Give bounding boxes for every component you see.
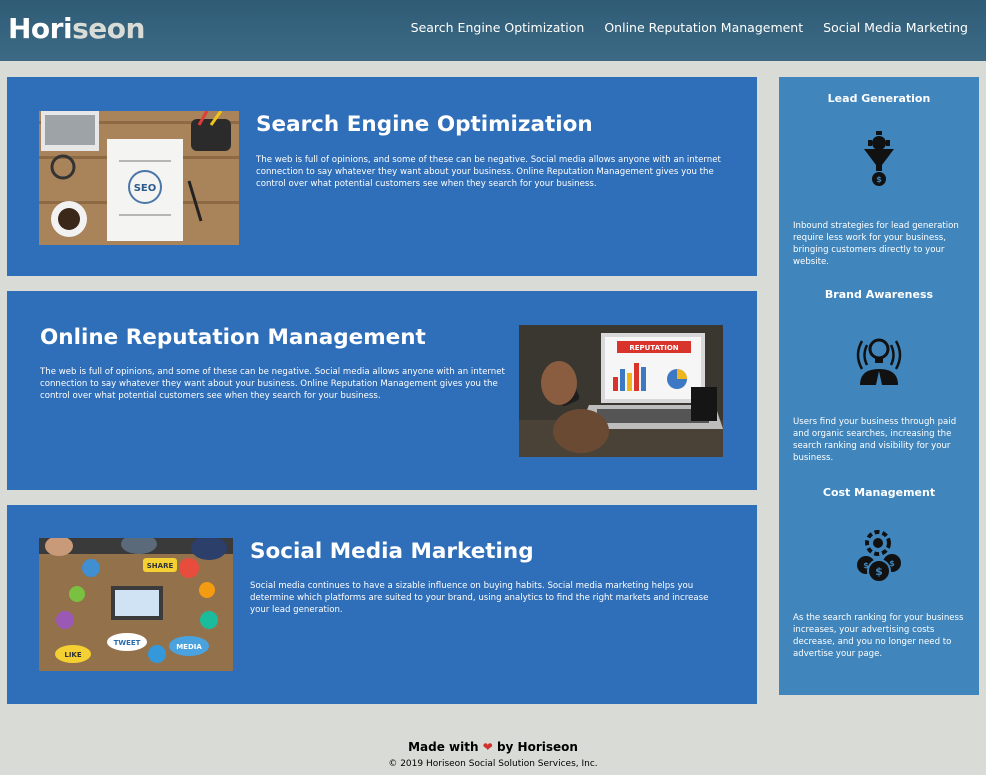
site-header: Horiseon Search Engine Optimization Onli… xyxy=(0,0,986,61)
nav-link-reputation[interactable]: Online Reputation Management xyxy=(604,20,803,35)
nav-link-seo[interactable]: Search Engine Optimization xyxy=(411,20,585,35)
site-logo[interactable]: Horiseon xyxy=(8,12,145,45)
content-card-social-media: SHARE TWEET LIKE MEDIA Social Media Mark… xyxy=(7,505,757,704)
social-image-label-tweet: TWEET xyxy=(114,639,141,647)
svg-text:$: $ xyxy=(876,175,882,184)
seo-image-caption: SEO xyxy=(134,183,157,194)
seo-illustration: SEO xyxy=(39,111,239,245)
social-media-title: Social Media Marketing xyxy=(250,539,534,564)
benefit-text: As the search ranking for your business … xyxy=(793,613,964,659)
seo-image: SEO xyxy=(39,111,239,245)
social-media-illustration: SHARE TWEET LIKE MEDIA xyxy=(39,538,233,671)
social-image-label-share: SHARE xyxy=(147,562,174,570)
social-media-image: SHARE TWEET LIKE MEDIA xyxy=(39,538,233,671)
content-card-seo: SEO Search Engine Optimization The web i… xyxy=(7,77,757,276)
social-image-label-media: MEDIA xyxy=(176,643,202,651)
footer-made-prefix: Made with xyxy=(408,740,479,754)
benefit-title: Brand Awareness xyxy=(824,288,934,301)
social-media-text: Social media continues to have a sizable… xyxy=(250,581,709,615)
reputation-title: Online Reputation Management xyxy=(40,325,426,350)
footer-made-with: Made with ❤ by Horiseon xyxy=(0,740,986,754)
benefit-text: Inbound strategies for lead generation r… xyxy=(793,221,959,267)
reputation-image-caption: REPUTATION xyxy=(629,344,678,352)
svg-text:$: $ xyxy=(889,559,895,568)
benefits-sidebar: Lead Generation $ Inbound strategies for… xyxy=(779,77,979,695)
reputation-image: REPUTATION xyxy=(519,325,723,457)
content-card-reputation: Online Reputation Management The web is … xyxy=(7,291,757,490)
cost-management-icon: $ $ $ xyxy=(857,530,901,583)
nav-link-social-media[interactable]: Social Media Marketing xyxy=(823,20,968,35)
logo-part2: seon xyxy=(72,12,145,45)
footer-copyright: © 2019 Horiseon Social Solution Services… xyxy=(388,759,598,769)
benefit-text: Users find your business through paid an… xyxy=(793,417,957,463)
svg-text:$: $ xyxy=(863,561,869,570)
footer-made-suffix: by Horiseon xyxy=(496,740,578,754)
benefit-title: Lead Generation xyxy=(827,92,931,105)
reputation-text: The web is full of opinions, and some of… xyxy=(40,367,505,401)
logo-part1: Hori xyxy=(8,12,73,45)
benefit-title: Cost Management xyxy=(822,486,936,499)
lead-generation-icon: $ xyxy=(864,131,894,186)
brand-awareness-icon xyxy=(856,338,902,385)
seo-title: Search Engine Optimization xyxy=(256,112,593,137)
heart-icon: ❤ xyxy=(482,740,493,754)
social-image-label-like: LIKE xyxy=(64,651,81,659)
seo-text: The web is full of opinions, and some of… xyxy=(256,155,721,189)
reputation-illustration: REPUTATION xyxy=(519,325,723,457)
svg-text:$: $ xyxy=(875,565,883,578)
main-nav: Search Engine Optimization Online Reputa… xyxy=(411,20,968,35)
